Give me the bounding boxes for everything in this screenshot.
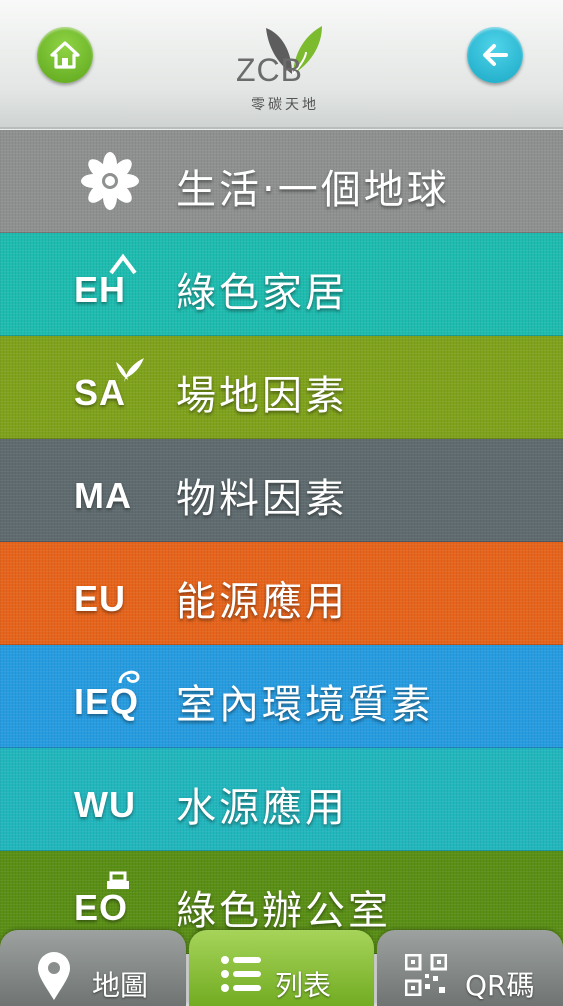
eh-house-icon: EH [72, 251, 152, 317]
menu-item-label: 生活‧一個地球 [176, 167, 450, 213]
back-button[interactable] [467, 27, 523, 83]
map-pin-icon [38, 952, 70, 1000]
tab-map[interactable]: 地圖 [0, 930, 186, 1006]
zcb-logo: ZCB 零碳天地 [232, 22, 332, 114]
logo-zcb-text: ZCB [236, 52, 303, 88]
app-header: ZCB 零碳天地 [0, 0, 563, 129]
tab-list[interactable]: 列表 [189, 930, 374, 1006]
ma-recycle-icon: MA [74, 475, 132, 516]
bottom-tab-bar: 地圖 列表 QR碼 [0, 928, 563, 1006]
back-arrow-icon [483, 44, 508, 66]
menu-item-label: 室內環境質素 [176, 682, 434, 728]
menu-item-one-planet-living[interactable]: 生活‧一個地球 [0, 130, 563, 233]
tab-qr-code[interactable]: QR碼 [377, 930, 563, 1006]
menu-item-label: 物料因素 [176, 476, 348, 522]
home-button[interactable] [37, 27, 93, 83]
menu-item-label: 綠色家居 [176, 270, 348, 316]
menu-item-indoor-env-quality[interactable]: IEQ 室內環境質素 [0, 645, 563, 748]
menu-item-materials-aspects[interactable]: MA 物料因素 [0, 439, 563, 542]
tab-label: 列表 [275, 969, 332, 1002]
list-icon [221, 956, 261, 992]
tab-label: 地圖 [92, 969, 149, 1002]
menu-item-water-use[interactable]: WU 水源應用 [0, 748, 563, 851]
menu-item-green-home[interactable]: EH 綠色家居 [0, 233, 563, 336]
ieq-swirl-icon: IEQ [72, 663, 152, 729]
menu-item-energy-use[interactable]: EU 能源應用 [0, 542, 563, 645]
home-icon [50, 41, 80, 69]
eo-printer-icon: EO [72, 869, 152, 935]
tab-label: QR碼 [465, 969, 535, 1002]
eu-plug-icon: EU [74, 578, 127, 619]
menu-item-label: 水源應用 [176, 785, 348, 831]
logo-subtitle: 零碳天地 [251, 97, 319, 113]
sa-plant-icon: SA [72, 354, 152, 420]
menu-item-site-aspects[interactable]: SA 場地因素 [0, 336, 563, 439]
flower-icon [81, 152, 139, 210]
menu-item-label: 場地因素 [176, 373, 348, 419]
category-menu: 生活‧一個地球 EH 綠色家居 SA 場地因素 MA 物料因素 EU 能源應用 … [0, 130, 563, 954]
menu-item-label: 能源應用 [176, 579, 348, 625]
wu-drop-icon: WU [74, 784, 136, 825]
qr-code-icon [405, 954, 447, 996]
